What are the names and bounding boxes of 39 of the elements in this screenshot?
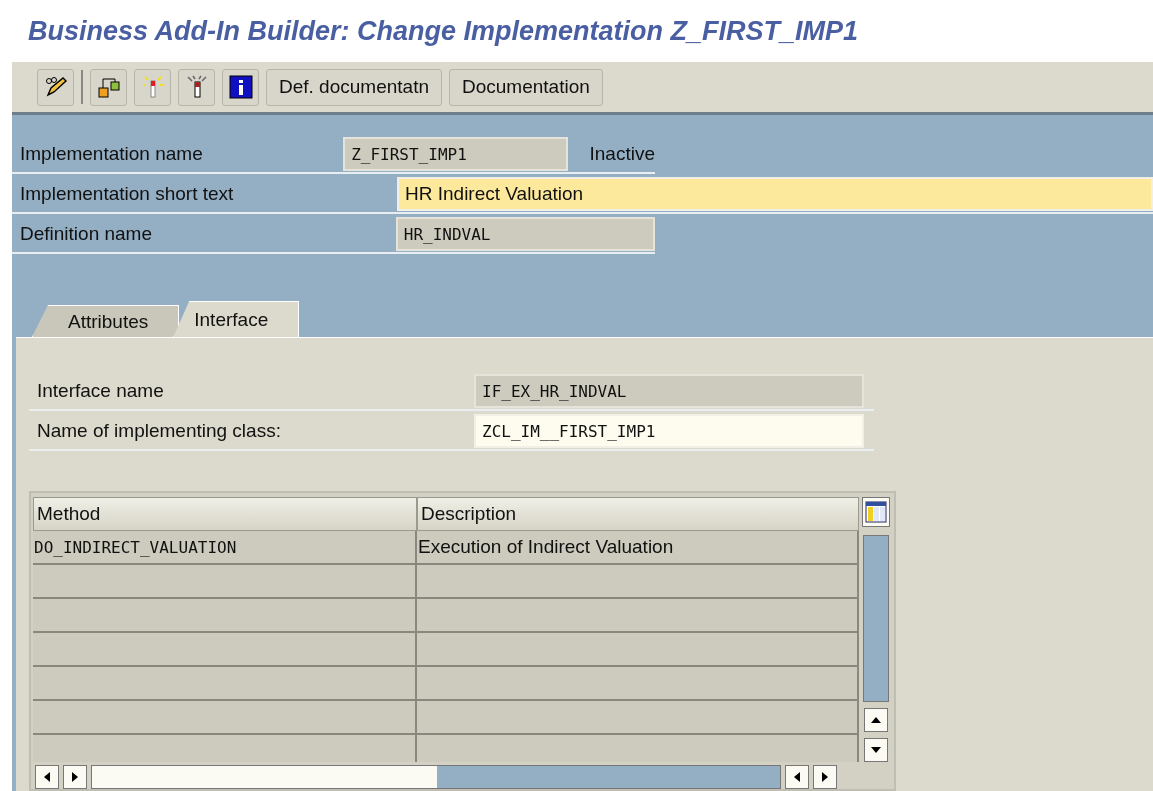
window-title: Business Add-In Builder: Change Implementation Z_FIRST_IMP1 — [28, 15, 859, 47]
field-label: Name of implementing class: — [36, 420, 282, 442]
tab[interactable]: Attributes — [32, 305, 180, 337]
status-text: Inactive — [589, 143, 655, 165]
field-label: Interface name — [36, 380, 165, 402]
arrow-left-icon — [794, 772, 800, 782]
field-label: Definition name — [19, 223, 154, 245]
wand-icon[interactable] — [178, 68, 215, 106]
text-field[interactable]: IF_EX_HR_INDVAL — [474, 374, 864, 408]
text-field[interactable]: HR_INDVAL — [395, 217, 655, 251]
scroll-down-button[interactable] — [864, 738, 888, 762]
table-cell: Execution of Indirect Valuation — [417, 531, 859, 565]
info-icon[interactable] — [222, 68, 259, 106]
pencil-icon[interactable] — [37, 68, 74, 106]
tab[interactable]: Interface — [173, 301, 300, 337]
field-label: Implementation name — [19, 143, 204, 165]
column-header[interactable]: Description — [417, 497, 859, 531]
scroll-left-button[interactable] — [785, 765, 809, 789]
arrow-right-icon — [822, 772, 828, 782]
scroll-left-button[interactable] — [35, 765, 59, 789]
text-field[interactable]: ZCL_IM__FIRST_IMP1 — [474, 414, 864, 448]
scrollbar-track[interactable] — [863, 535, 889, 702]
arrow-left-icon — [44, 772, 50, 782]
arrow-right-icon — [72, 772, 78, 782]
column-layout-icon[interactable] — [862, 497, 890, 527]
scroll-right-button[interactable] — [813, 765, 837, 789]
hierarchy-icon[interactable] — [90, 68, 127, 106]
field-label: Implementation short text — [19, 183, 235, 205]
table-cell: DO_INDIRECT_VALUATION — [33, 531, 417, 565]
text-field[interactable]: Z_FIRST_IMP1 — [343, 137, 568, 171]
column-header[interactable]: Method — [33, 497, 417, 531]
arrow-up-icon — [871, 717, 881, 723]
toolbar-button[interactable]: Def. documentatn — [266, 68, 442, 106]
scroll-right-button[interactable] — [63, 765, 87, 789]
toolbar-button[interactable]: Documentation — [449, 68, 603, 106]
arrow-down-icon — [871, 747, 881, 753]
horizontal-scrollbar[interactable] — [91, 765, 781, 789]
scroll-up-button[interactable] — [864, 708, 888, 732]
text-field[interactable]: HR Indirect Valuation — [397, 177, 1153, 211]
